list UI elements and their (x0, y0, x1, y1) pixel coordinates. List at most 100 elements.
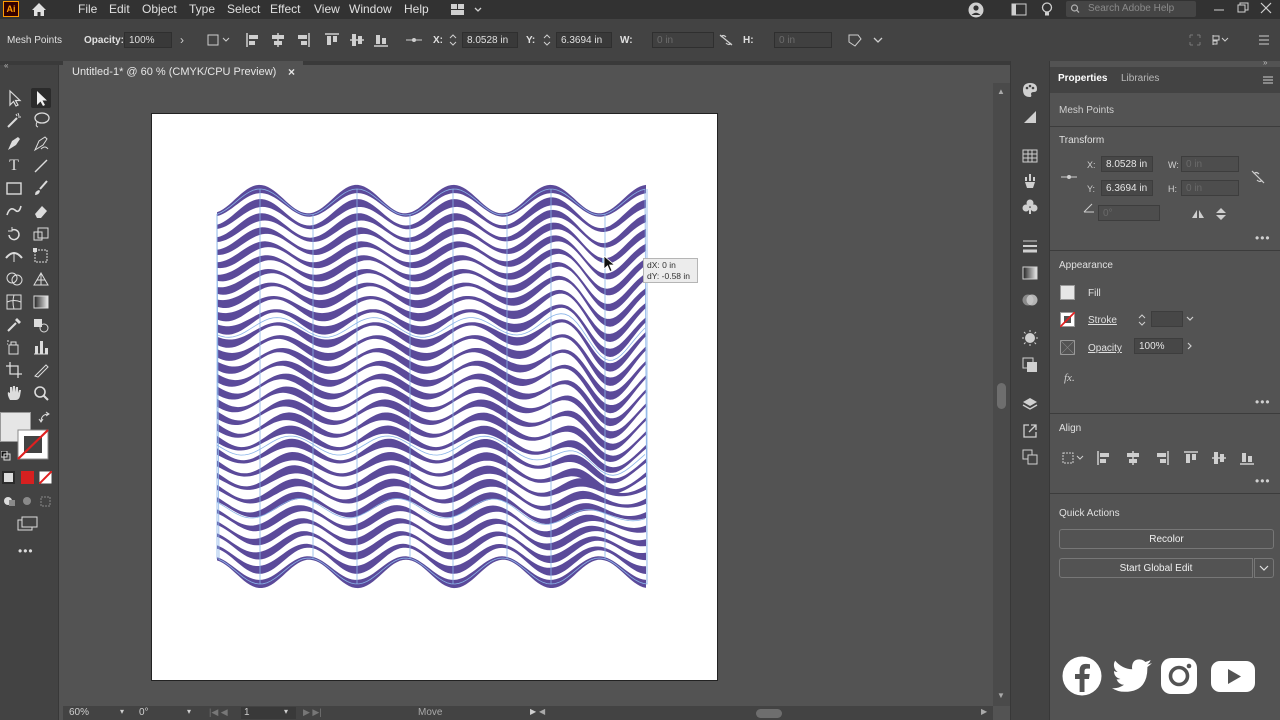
status-mode: Move (418, 707, 443, 718)
divider (1050, 126, 1280, 127)
panel-menu-icon[interactable] (1256, 32, 1272, 48)
zoom-dropdown-icon[interactable]: ▾ (120, 707, 124, 716)
symbols-icon[interactable] (1021, 198, 1039, 216)
rotate-angle-field[interactable]: 0° (1098, 205, 1160, 221)
panel-align-middle-icon[interactable] (1211, 450, 1227, 466)
transform-more-options-icon[interactable]: ••• (1255, 231, 1271, 245)
search-help-field[interactable]: Search Adobe Help (1066, 1, 1196, 17)
scroll-up-icon[interactable]: ▲ (997, 87, 1005, 96)
artboard-dropdown-icon[interactable]: ▾ (284, 707, 288, 716)
arrange-icon[interactable] (1210, 32, 1230, 48)
flip-vertical-icon[interactable] (1214, 207, 1228, 221)
move-tooltip: dX: 0 in dY: -0.58 in (643, 258, 698, 283)
transform-x-field[interactable]: 8.0528 in (1101, 156, 1153, 172)
panel-align-center-icon[interactable] (1125, 450, 1141, 466)
transform-w-field[interactable]: 0 in (1181, 156, 1239, 172)
opacity-label[interactable]: Opacity (1088, 343, 1122, 354)
scroll-left-icon[interactable]: ◀ (539, 707, 545, 716)
quick-actions-title: Quick Actions (1059, 508, 1120, 519)
first-artboard-icon[interactable]: |◀ ◀ (209, 707, 228, 718)
panel-align-bottom-icon[interactable] (1239, 450, 1255, 466)
transform-y-label: Y: (1087, 184, 1096, 194)
stroke-label[interactable]: Stroke (1088, 315, 1117, 326)
rotate-angle-icon[interactable] (1083, 201, 1095, 213)
divider (1050, 250, 1280, 251)
constrain-proportions-icon[interactable] (1250, 169, 1266, 185)
instagram-icon[interactable] (1159, 656, 1199, 696)
effects-fx-button[interactable]: fx. (1064, 372, 1075, 384)
swatches-icon[interactable] (1021, 147, 1039, 165)
transparency-icon[interactable] (1021, 291, 1039, 309)
global-edit-options-button[interactable] (1254, 558, 1274, 578)
graphic-styles-icon[interactable] (1021, 356, 1039, 374)
artboards-panel-icon[interactable] (1021, 448, 1039, 466)
horizontal-scrollbar-thumb[interactable] (756, 709, 782, 718)
transform-title: Transform (1059, 135, 1105, 146)
arrange-documents-icon[interactable] (1011, 3, 1027, 16)
scroll-down-icon[interactable]: ▼ (997, 691, 1005, 700)
transform-x-label: X: (1087, 160, 1096, 170)
layers-icon[interactable] (1021, 395, 1039, 413)
flip-horizontal-icon[interactable] (1191, 208, 1205, 220)
fill-color-swatch[interactable] (1060, 285, 1075, 300)
chevron-down-icon (1259, 565, 1269, 571)
status-menu-icon[interactable]: ▶ (530, 707, 536, 716)
stroke-weight-stepper-icon[interactable] (1137, 311, 1147, 329)
align-title: Align (1059, 423, 1082, 434)
panel-align-top-icon[interactable] (1183, 450, 1199, 466)
stroke-color-swatch[interactable] (1059, 311, 1076, 328)
minimize-window-button[interactable] (1213, 4, 1225, 14)
discover-lightbulb-icon[interactable] (1041, 2, 1053, 17)
color-guide-icon[interactable] (1021, 108, 1039, 126)
twitter-icon[interactable] (1110, 656, 1154, 696)
youtube-icon[interactable] (1210, 656, 1256, 696)
opacity-icon (1059, 339, 1076, 356)
stroke-panel-icon[interactable] (1021, 237, 1039, 255)
panel-align-left-icon[interactable] (1096, 450, 1112, 466)
panel-collapse-icon[interactable]: » (1263, 58, 1267, 67)
brushes-icon[interactable] (1021, 172, 1039, 190)
facebook-icon[interactable] (1062, 656, 1102, 696)
start-global-edit-button[interactable]: Start Global Edit (1059, 558, 1253, 578)
transform-h-field[interactable]: 0 in (1181, 180, 1239, 196)
rotation-dropdown-icon[interactable]: ▾ (187, 707, 191, 716)
appearance-title: Appearance (1059, 260, 1113, 271)
align-more-options-icon[interactable]: ••• (1255, 474, 1271, 488)
rotation-value[interactable]: 0° (139, 707, 149, 718)
recolor-button[interactable]: Recolor (1059, 529, 1274, 549)
appearance-panel-icon[interactable] (1021, 329, 1039, 347)
appearance-more-options-icon[interactable]: ••• (1255, 395, 1271, 409)
color-panel-icon[interactable] (1021, 81, 1039, 99)
mesh-artwork[interactable] (0, 0, 1010, 706)
distribute-grid-icon[interactable] (1187, 32, 1203, 48)
tab-properties[interactable]: Properties (1058, 73, 1107, 84)
stroke-weight-field[interactable] (1151, 311, 1183, 327)
reference-point-icon[interactable] (1060, 171, 1078, 183)
divider (1050, 413, 1280, 414)
last-artboard-icon[interactable]: ▶ ▶| (303, 707, 322, 718)
opacity-field[interactable]: 100% (1134, 338, 1183, 354)
fill-label[interactable]: Fill (1088, 288, 1101, 299)
tooltip-dx: dX: 0 in (647, 260, 676, 270)
restore-window-button[interactable] (1237, 2, 1249, 14)
transform-w-label: W: (1168, 160, 1179, 170)
close-window-button[interactable] (1260, 2, 1272, 14)
align-to-selection-icon[interactable] (1060, 450, 1086, 466)
scrollbar-thumb[interactable] (997, 383, 1006, 409)
stroke-weight-dropdown-icon[interactable] (1184, 313, 1196, 325)
zoom-level[interactable]: 60% (69, 707, 89, 718)
selection-type-label: Mesh Points (1059, 105, 1115, 116)
transform-h-label: H: (1168, 184, 1177, 194)
tooltip-dy: dY: -0.58 in (647, 271, 691, 281)
gradient-panel-icon[interactable] (1021, 264, 1039, 282)
transform-y-field[interactable]: 6.3694 in (1101, 180, 1153, 196)
asset-export-icon[interactable] (1021, 422, 1039, 440)
panel-options-icon[interactable] (1262, 74, 1274, 86)
properties-panel: » Properties Libraries Mesh Points Trans… (1049, 58, 1280, 720)
scroll-right-icon[interactable]: ▶ (981, 707, 987, 716)
opacity-expand-icon[interactable] (1184, 340, 1196, 352)
vertical-scrollbar[interactable]: ▲ ▼ (993, 83, 1010, 706)
panel-align-right-icon[interactable] (1154, 450, 1170, 466)
mouse-cursor-icon (603, 255, 617, 273)
tab-libraries[interactable]: Libraries (1121, 73, 1159, 84)
